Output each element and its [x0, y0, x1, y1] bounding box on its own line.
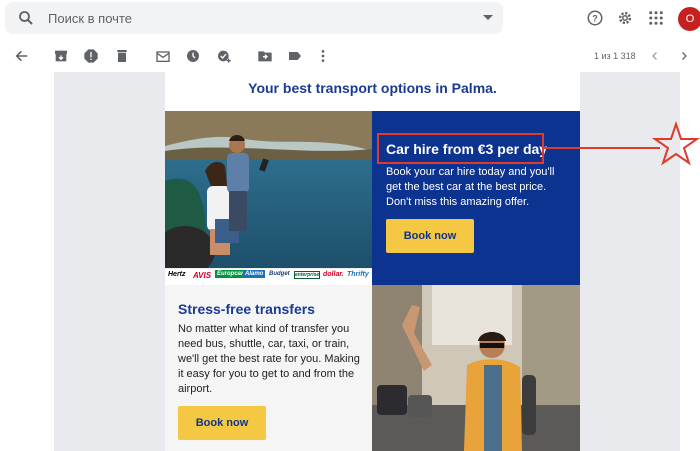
report-spam-icon[interactable]	[83, 48, 99, 64]
search-options-chevron-icon[interactable]	[483, 15, 493, 20]
search-icon[interactable]	[17, 9, 35, 27]
couple-by-sea-photo[interactable]	[165, 111, 372, 268]
right-gutter	[680, 72, 700, 451]
transfers-book-now-button[interactable]: Book now	[178, 406, 266, 440]
search-bar[interactable]: Поиск в почте	[5, 2, 503, 34]
archive-icon[interactable]	[53, 48, 69, 64]
transfers-description: No matter what kind of transfer you need…	[178, 323, 360, 395]
rental-brand-logos: Hertz AVIS Europcar Alamo Budget enterpr…	[165, 268, 372, 283]
svg-text:?: ?	[592, 13, 598, 23]
man-hailing-taxi-photo[interactable]	[372, 285, 580, 451]
next-chevron-icon[interactable]	[678, 50, 690, 62]
hertz-logo: Hertz	[168, 271, 186, 278]
enterprise-logo: enterprise	[294, 271, 321, 279]
move-to-folder-icon[interactable]	[257, 48, 273, 64]
mark-unread-icon[interactable]	[155, 48, 171, 64]
transfers-title: Stress-free transfers	[178, 301, 315, 317]
snooze-clock-icon[interactable]	[185, 48, 201, 64]
car-hire-description: Book your car hire today and you'll get …	[386, 166, 555, 208]
left-gutter	[0, 72, 54, 451]
dollar-logo: dollar.	[323, 271, 344, 278]
apps-grid-icon[interactable]	[647, 9, 665, 27]
car-hire-book-now-button[interactable]: Book now	[386, 219, 474, 253]
help-icon[interactable]: ?	[586, 9, 604, 27]
top-bar: Поиск в почте ? O	[0, 0, 700, 38]
thrifty-logo: Thrifty	[347, 271, 369, 278]
budget-logo: Budget	[269, 271, 290, 277]
add-to-tasks-icon[interactable]	[216, 48, 232, 64]
label-tag-icon[interactable]	[287, 48, 303, 64]
europcar-logo: Europcar	[215, 270, 246, 278]
more-options-icon[interactable]	[315, 48, 331, 64]
search-input[interactable]: Поиск в почте	[48, 11, 132, 26]
account-avatar[interactable]: O	[678, 7, 700, 31]
settings-gear-icon[interactable]	[616, 9, 634, 27]
avis-logo: AVIS	[193, 271, 212, 280]
pagination-count: 1 из 1 318	[594, 51, 636, 61]
back-arrow-icon[interactable]	[14, 48, 30, 64]
alamo-logo: Alamo	[243, 270, 266, 278]
previous-chevron-icon[interactable]	[649, 50, 661, 62]
delete-trash-icon[interactable]	[114, 48, 130, 64]
car-hire-title: Car hire from €3 per day	[386, 141, 548, 157]
email-headline: Your best transport options in Palma.	[248, 80, 497, 96]
